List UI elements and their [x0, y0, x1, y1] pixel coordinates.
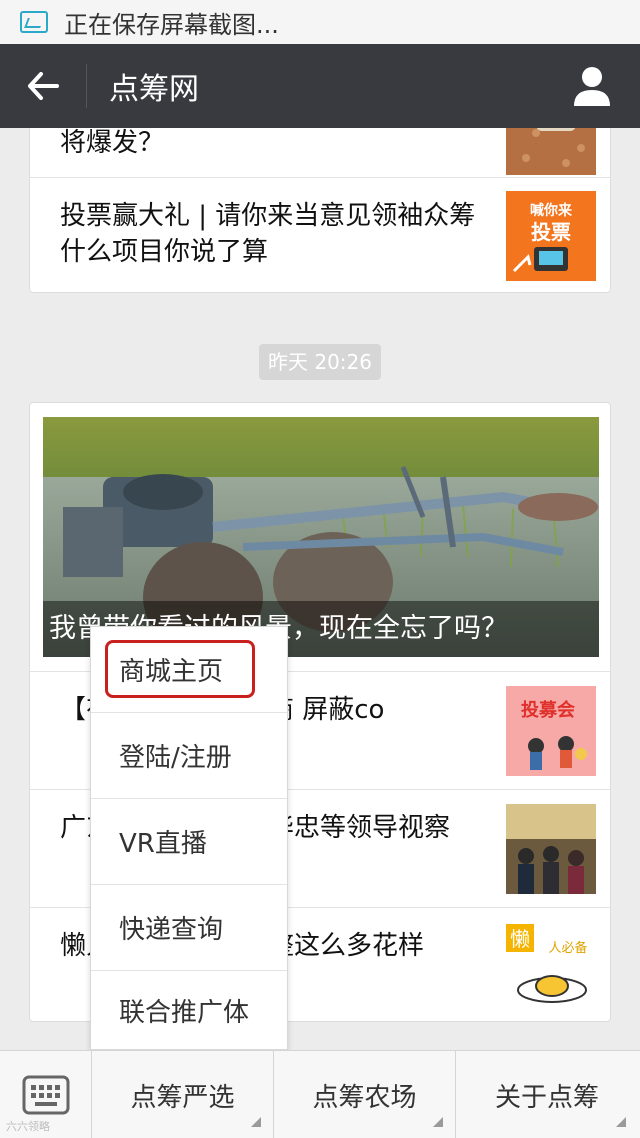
back-arrow-icon — [28, 72, 59, 100]
thumb-text: 懒 — [510, 927, 530, 951]
thumb-text: 人必备 — [548, 940, 587, 956]
status-bar: 正在保存屏幕截图... — [0, 0, 640, 44]
user-icon — [574, 67, 610, 106]
screenshot-icon — [20, 11, 48, 33]
header-divider — [86, 64, 87, 108]
menu-item-vr-live[interactable]: VR直播 — [91, 799, 287, 885]
menu-item-label: 联合推广体 — [119, 997, 250, 1028]
tab-label: 点筹严选 — [130, 1082, 235, 1113]
tab-dianchou-farm[interactable]: 点筹农场 — [274, 1051, 456, 1138]
bottom-menu-bar: 六六领略 点筹严选 点筹农场 关于点筹 — [0, 1050, 640, 1138]
article-card-previous: 将爆发？ 投票赢大礼 | 请你来当意见领袖众筹什么项目你说了算 喊你来 投票 — [29, 128, 611, 293]
menu-item-label: 快递查询 — [119, 915, 224, 945]
article-title: 将爆发？ — [60, 128, 165, 158]
watermark: 六六领略 — [6, 1120, 50, 1133]
menu-item-mall-home[interactable]: 商城主页 — [91, 627, 287, 713]
chat-header: 点筹网 — [0, 44, 640, 128]
thumb-text: 投票 — [531, 220, 571, 244]
highlight-box — [105, 640, 255, 698]
article-thumbnail: 喊你来 投票 — [506, 191, 596, 281]
page-title: 点筹网 — [109, 72, 199, 107]
menu-item-joint-promotion[interactable]: 联合推广体 — [91, 971, 287, 1049]
tab-about-dianchou[interactable]: 关于点筹 — [456, 1051, 638, 1138]
list-item[interactable]: 投票赢大礼 | 请你来当意见领袖众筹什么项目你说了算 喊你来 投票 — [30, 177, 610, 293]
article-thumbnail — [506, 804, 596, 894]
list-item[interactable]: 将爆发？ — [30, 128, 610, 177]
menu-item-login-register[interactable]: 登陆/注册 — [91, 713, 287, 799]
submenu-indicator-icon — [251, 1117, 261, 1127]
article-thumbnail: 懒 人必备 — [506, 922, 596, 1012]
message-feed[interactable]: 将爆发？ 投票赢大礼 | 请你来当意见领袖众筹什么项目你说了算 喊你来 投票 昨… — [0, 128, 640, 1050]
status-text: 正在保存屏幕截图... — [64, 10, 279, 39]
keyboard-icon — [22, 1075, 69, 1115]
account-button[interactable] — [572, 64, 612, 108]
keyboard-toggle-button[interactable]: 六六领略 — [0, 1051, 92, 1138]
article-title: 投票赢大礼 | 请你来当意见领袖众筹什么项目你说了算 — [60, 201, 476, 267]
tab-label: 点筹农场 — [312, 1082, 417, 1113]
submenu-indicator-icon — [616, 1117, 626, 1127]
menu-item-label: VR直播 — [119, 829, 207, 859]
tab-label: 关于点筹 — [494, 1082, 599, 1113]
article-thumbnail: 投募会 — [506, 686, 596, 776]
back-button[interactable] — [0, 44, 86, 128]
menu-item-express-tracking[interactable]: 快递查询 — [91, 885, 287, 971]
thumb-text: 喊你来 — [530, 202, 573, 219]
tab-dianchou-selection[interactable]: 点筹严选 — [92, 1051, 274, 1138]
cover-article[interactable]: 我曾带你看过的风景，现在全忘了吗？ — [43, 417, 599, 657]
thumb-text: 投募会 — [521, 699, 575, 721]
article-thumbnail — [506, 128, 596, 175]
timestamp-badge: 昨天 20:26 — [259, 344, 381, 380]
popup-menu: 商城主页 登陆/注册 VR直播 快递查询 联合推广体 — [90, 626, 288, 1050]
submenu-indicator-icon — [433, 1117, 443, 1127]
menu-item-label: 登陆/注册 — [119, 743, 232, 773]
